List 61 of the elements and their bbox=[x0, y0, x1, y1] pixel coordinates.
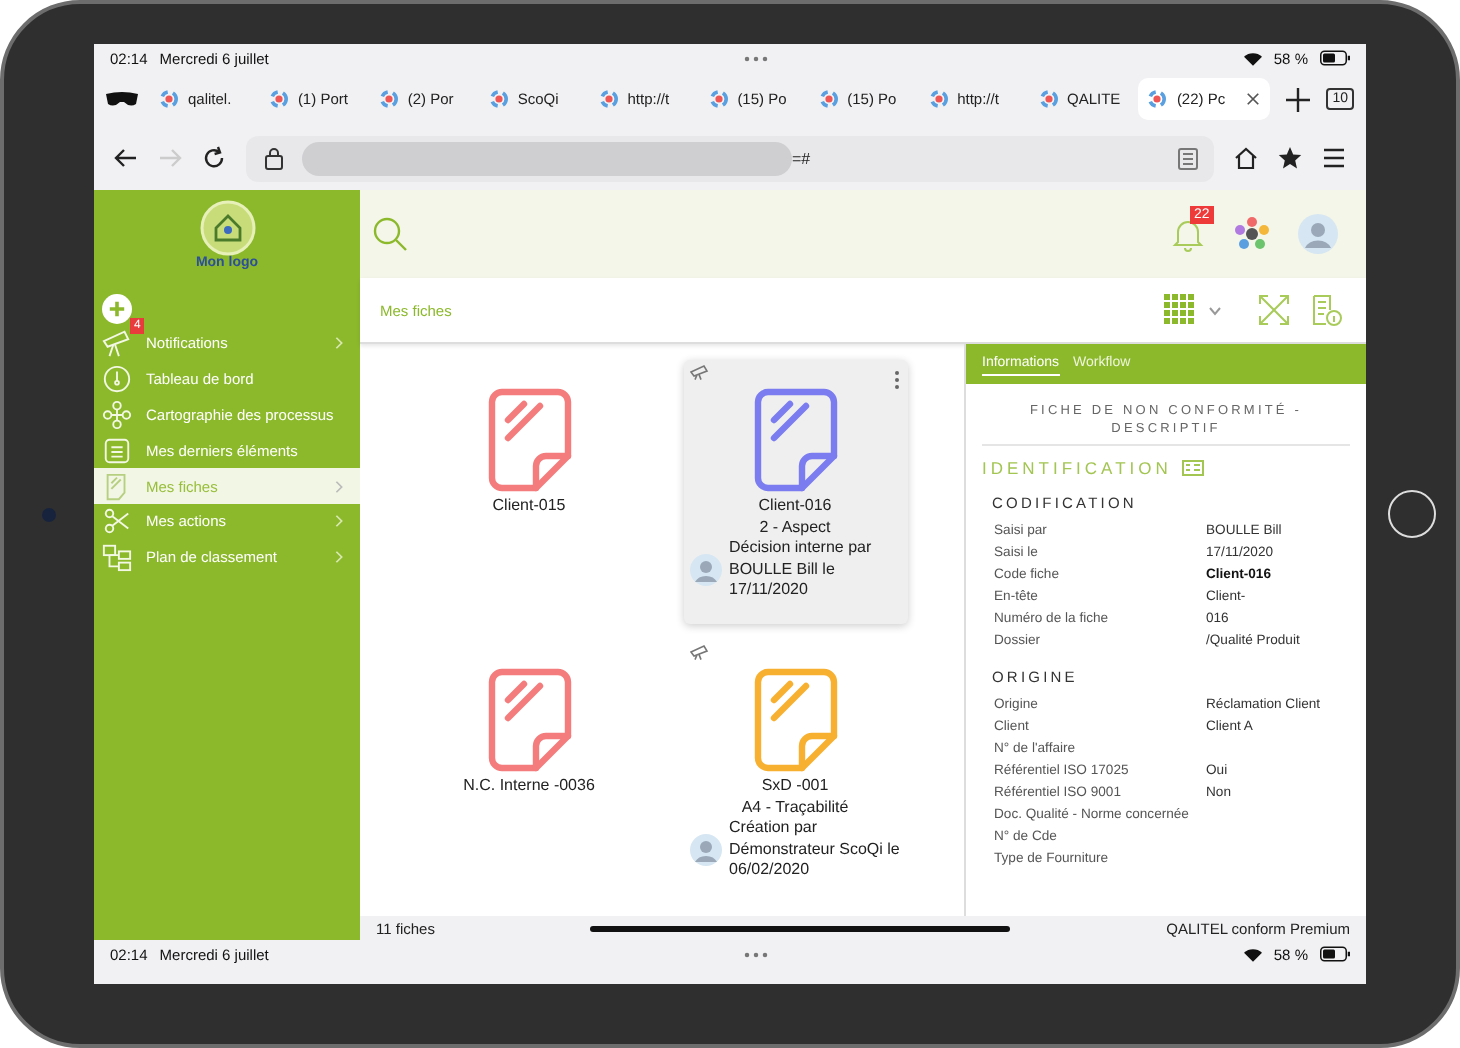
grid-view-icon[interactable] bbox=[1164, 294, 1196, 326]
site-icon bbox=[1039, 90, 1057, 108]
wifi-icon bbox=[1243, 51, 1262, 65]
color-wheel-icon[interactable] bbox=[1234, 216, 1270, 252]
gauge-icon bbox=[102, 364, 132, 395]
telescope-icon bbox=[102, 328, 132, 359]
battery-icon bbox=[1320, 946, 1350, 962]
network-icon bbox=[102, 399, 132, 430]
site-icon bbox=[709, 90, 728, 108]
folder-tree-icon bbox=[102, 542, 132, 573]
address-field[interactable]: =# bbox=[246, 135, 1214, 181]
site-icon bbox=[599, 90, 618, 108]
card-history: Création par Démonstrateur ScoQi le 06/02/2020 bbox=[729, 818, 901, 881]
card-subtitle: A4 - Traçabilité bbox=[741, 797, 849, 818]
menu-icon[interactable] bbox=[1322, 146, 1346, 170]
close-icon[interactable] bbox=[1246, 92, 1261, 106]
private-mask-icon[interactable] bbox=[106, 91, 138, 107]
lock-icon bbox=[262, 146, 286, 170]
back-icon[interactable] bbox=[114, 146, 138, 170]
home-icon[interactable] bbox=[1234, 146, 1258, 170]
battery-icon bbox=[1320, 50, 1350, 66]
multitask-dots-icon[interactable] bbox=[744, 55, 769, 61]
site-icon bbox=[160, 90, 178, 108]
home-indicator[interactable] bbox=[590, 925, 1011, 931]
camera-dot bbox=[42, 507, 56, 521]
multitask-dots-icon[interactable] bbox=[744, 951, 769, 957]
more-options-button[interactable] bbox=[893, 366, 899, 386]
site-icon bbox=[379, 90, 398, 108]
chevron-down-icon[interactable] bbox=[1208, 305, 1222, 315]
home-button[interactable] bbox=[1387, 490, 1435, 538]
record-card[interactable]: SxD -001 A4 - Traçabilité Création par Démonstrateur ScoQi le 06/02/2020 bbox=[683, 640, 907, 904]
site-icon bbox=[269, 90, 288, 108]
record-card[interactable]: N.C. Interne -0036 bbox=[417, 640, 641, 904]
card-subtitle: 2 - Aspect bbox=[759, 517, 831, 538]
plus-icon[interactable] bbox=[1286, 87, 1311, 111]
reader-icon[interactable] bbox=[1178, 147, 1198, 169]
card-title: Client-015 bbox=[492, 496, 566, 517]
star-icon[interactable] bbox=[1278, 146, 1302, 170]
section-title: IDENTIFICATION bbox=[982, 458, 1172, 478]
card-title: Client-016 bbox=[758, 496, 832, 517]
user-avatar[interactable] bbox=[1298, 214, 1338, 254]
scissors-icon bbox=[102, 506, 132, 537]
logo-icon bbox=[199, 200, 255, 256]
reload-icon[interactable] bbox=[202, 146, 226, 170]
site-icon bbox=[819, 90, 838, 108]
card-title: SxD -001 bbox=[761, 776, 829, 797]
bell-icon[interactable] bbox=[1170, 216, 1206, 252]
user-avatar bbox=[689, 553, 721, 586]
user-avatar bbox=[689, 833, 721, 866]
search-icon[interactable] bbox=[372, 216, 408, 252]
list-icon bbox=[102, 435, 132, 466]
record-card[interactable]: Client-016 2 - Aspect Décision interne par BOULLE Bill le 17/11/2020 bbox=[683, 360, 907, 624]
card-history: Décision interne par BOULLE Bill le 17/11/2020 bbox=[729, 538, 874, 601]
add-button[interactable] bbox=[102, 294, 132, 324]
site-icon bbox=[489, 90, 508, 108]
card-title: N.C. Interne -0036 bbox=[463, 776, 595, 797]
wifi-icon bbox=[1243, 947, 1262, 961]
site-icon bbox=[929, 90, 948, 108]
record-card[interactable]: Client-015 bbox=[417, 360, 641, 624]
site-icon bbox=[1148, 90, 1167, 108]
plus-icon bbox=[108, 300, 126, 318]
